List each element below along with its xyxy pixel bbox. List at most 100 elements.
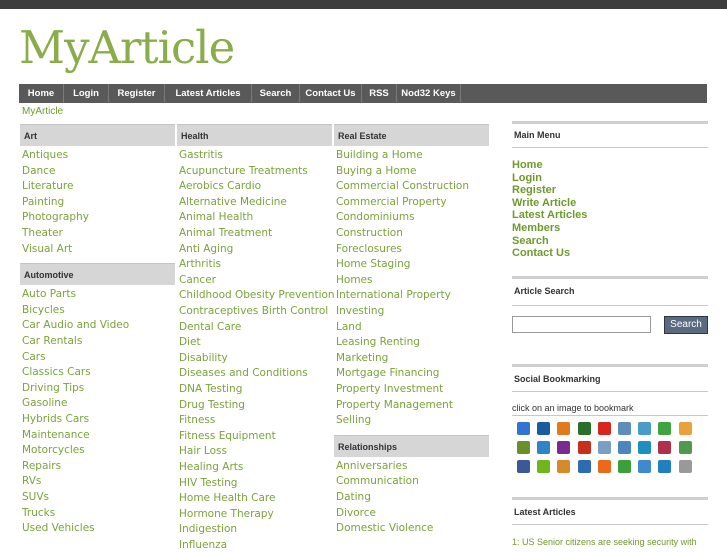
category-link[interactable]: Indigestion bbox=[179, 522, 237, 536]
category-link[interactable]: Dance bbox=[22, 164, 55, 178]
misterwong-icon[interactable] bbox=[678, 460, 692, 473]
nav-home[interactable]: Home bbox=[19, 84, 64, 103]
category-link[interactable]: Construction bbox=[336, 226, 403, 240]
search-input[interactable] bbox=[512, 316, 651, 333]
category-link[interactable]: Drug Testing bbox=[179, 398, 245, 412]
nav-login[interactable]: Login bbox=[64, 84, 109, 103]
category-link[interactable]: Alternative Medicine bbox=[179, 195, 287, 209]
nav-latest-articles[interactable]: Latest Articles bbox=[165, 84, 252, 103]
category-link[interactable]: Car Rentals bbox=[22, 334, 82, 348]
sphinn-icon[interactable] bbox=[557, 460, 571, 473]
category-link[interactable]: Arthritis bbox=[179, 257, 221, 271]
digg-icon[interactable] bbox=[537, 422, 551, 435]
nav-register[interactable]: Register bbox=[109, 84, 165, 103]
category-link[interactable]: Animal Health bbox=[179, 210, 253, 224]
category-link[interactable]: Influenza bbox=[179, 538, 227, 552]
category-link[interactable]: Repairs bbox=[22, 459, 61, 473]
category-link[interactable]: Used Vehicles bbox=[22, 521, 95, 535]
category-link[interactable]: Commercial Construction bbox=[336, 179, 469, 193]
category-link[interactable]: Anti Aging bbox=[179, 242, 233, 256]
category-link[interactable]: HIV Testing bbox=[179, 476, 237, 490]
main-menu-search[interactable]: Search bbox=[512, 235, 549, 248]
category-link[interactable]: Diet bbox=[179, 335, 201, 349]
reddit-icon[interactable] bbox=[678, 422, 692, 435]
category-link[interactable]: Divorce bbox=[336, 506, 376, 520]
category-link[interactable]: Healing Arts bbox=[179, 460, 243, 474]
category-link[interactable]: Building a Home bbox=[336, 148, 423, 162]
category-link[interactable]: Motorcycles bbox=[22, 443, 85, 457]
site-logo[interactable]: MyArticle bbox=[19, 20, 235, 75]
category-link[interactable]: Contraceptives Birth Control bbox=[179, 304, 328, 318]
category-heading-automotive[interactable]: Automotive bbox=[20, 263, 175, 286]
furl-icon[interactable] bbox=[658, 422, 672, 435]
smarking-icon[interactable] bbox=[577, 441, 591, 454]
scuttle-icon[interactable] bbox=[678, 441, 692, 454]
category-link[interactable]: Marketing bbox=[336, 351, 388, 365]
category-link[interactable]: Photography bbox=[22, 210, 89, 224]
category-link[interactable]: DNA Testing bbox=[179, 382, 242, 396]
category-heading-relationships[interactable]: Relationships bbox=[334, 434, 489, 457]
nav-rss[interactable]: RSS bbox=[362, 84, 397, 103]
main-menu-contact-us[interactable]: Contact Us bbox=[512, 247, 570, 260]
category-heading-real-estate[interactable]: Real Estate bbox=[334, 124, 489, 146]
newsvine-icon[interactable] bbox=[618, 422, 631, 435]
category-link[interactable]: Buying a Home bbox=[336, 164, 416, 178]
category-link[interactable]: Hybrids Cars bbox=[22, 412, 89, 426]
yahoo-icon[interactable] bbox=[557, 441, 571, 454]
category-link[interactable]: Investing bbox=[336, 304, 384, 318]
main-menu-write-article[interactable]: Write Article bbox=[512, 197, 576, 210]
category-link[interactable]: Dating bbox=[336, 490, 371, 504]
category-heading-art[interactable]: Art bbox=[20, 124, 175, 146]
category-link[interactable]: Property Management bbox=[336, 398, 453, 412]
spurl-icon[interactable] bbox=[557, 422, 571, 435]
magnolia-icon[interactable] bbox=[597, 441, 611, 454]
category-link[interactable]: Animal Treatment bbox=[179, 226, 272, 240]
facebook-icon[interactable] bbox=[517, 460, 530, 473]
category-link[interactable]: Anniversaries bbox=[336, 459, 407, 473]
hi5-icon[interactable] bbox=[638, 460, 652, 473]
comments-icon[interactable] bbox=[658, 441, 672, 454]
stumble-icon[interactable] bbox=[537, 460, 551, 473]
category-link[interactable]: Maintenance bbox=[22, 428, 90, 442]
category-link[interactable]: Driving Tips bbox=[22, 381, 84, 395]
segnalo-icon[interactable] bbox=[618, 441, 631, 454]
category-link[interactable]: Acupuncture Treatments bbox=[179, 164, 308, 178]
delicious-icon[interactable] bbox=[517, 422, 530, 435]
category-link[interactable]: Bicycles bbox=[22, 303, 65, 317]
category-link[interactable]: Land bbox=[336, 320, 362, 334]
category-link[interactable]: Property Investment bbox=[336, 382, 443, 396]
category-link[interactable]: Gasoline bbox=[22, 396, 67, 410]
latest-article-link[interactable]: 1: US Senior citizens are seeking securi… bbox=[512, 537, 697, 547]
nav-contact-us[interactable]: Contact Us bbox=[300, 84, 362, 103]
main-menu-latest-articles[interactable]: Latest Articles bbox=[512, 209, 587, 222]
category-link[interactable]: Commercial Property bbox=[336, 195, 447, 209]
main-menu-home[interactable]: Home bbox=[512, 159, 543, 172]
category-link[interactable]: Cars bbox=[22, 350, 46, 364]
category-link[interactable]: Cancer bbox=[179, 273, 216, 287]
category-link[interactable]: Diseases and Conditions bbox=[179, 366, 308, 380]
category-link[interactable]: Childhood Obesity Prevention bbox=[179, 288, 335, 302]
category-link[interactable]: Leasing Renting bbox=[336, 335, 420, 349]
category-link[interactable]: SUVs bbox=[22, 490, 49, 504]
category-link[interactable]: Painting bbox=[22, 195, 64, 209]
category-link[interactable]: Condominiums bbox=[336, 210, 415, 224]
category-link[interactable]: RVs bbox=[22, 474, 41, 488]
main-menu-members[interactable]: Members bbox=[512, 222, 560, 235]
propeller-icon[interactable] bbox=[597, 460, 611, 473]
buzz-icon[interactable] bbox=[618, 460, 631, 473]
blinklist-icon[interactable] bbox=[638, 422, 652, 435]
nav-search[interactable]: Search bbox=[252, 84, 300, 103]
breadcrumb[interactable]: MyArticle bbox=[22, 106, 63, 117]
category-link[interactable]: Visual Art bbox=[22, 242, 72, 256]
search-button[interactable]: Search bbox=[664, 316, 708, 334]
nav-nod32-keys[interactable]: Nod32 Keys bbox=[397, 84, 461, 103]
category-link[interactable]: Domestic Violence bbox=[336, 521, 433, 535]
category-link[interactable]: Literature bbox=[22, 179, 73, 193]
category-link[interactable]: Homes bbox=[336, 273, 372, 287]
category-link[interactable]: Communication bbox=[336, 474, 419, 488]
category-link[interactable]: Aerobics Cardio bbox=[179, 179, 261, 193]
category-link[interactable]: Classics Cars bbox=[22, 365, 91, 379]
category-link[interactable]: Fitness Equipment bbox=[179, 429, 276, 443]
category-heading-health[interactable]: Health bbox=[177, 124, 332, 146]
main-menu-login[interactable]: Login bbox=[512, 172, 542, 185]
